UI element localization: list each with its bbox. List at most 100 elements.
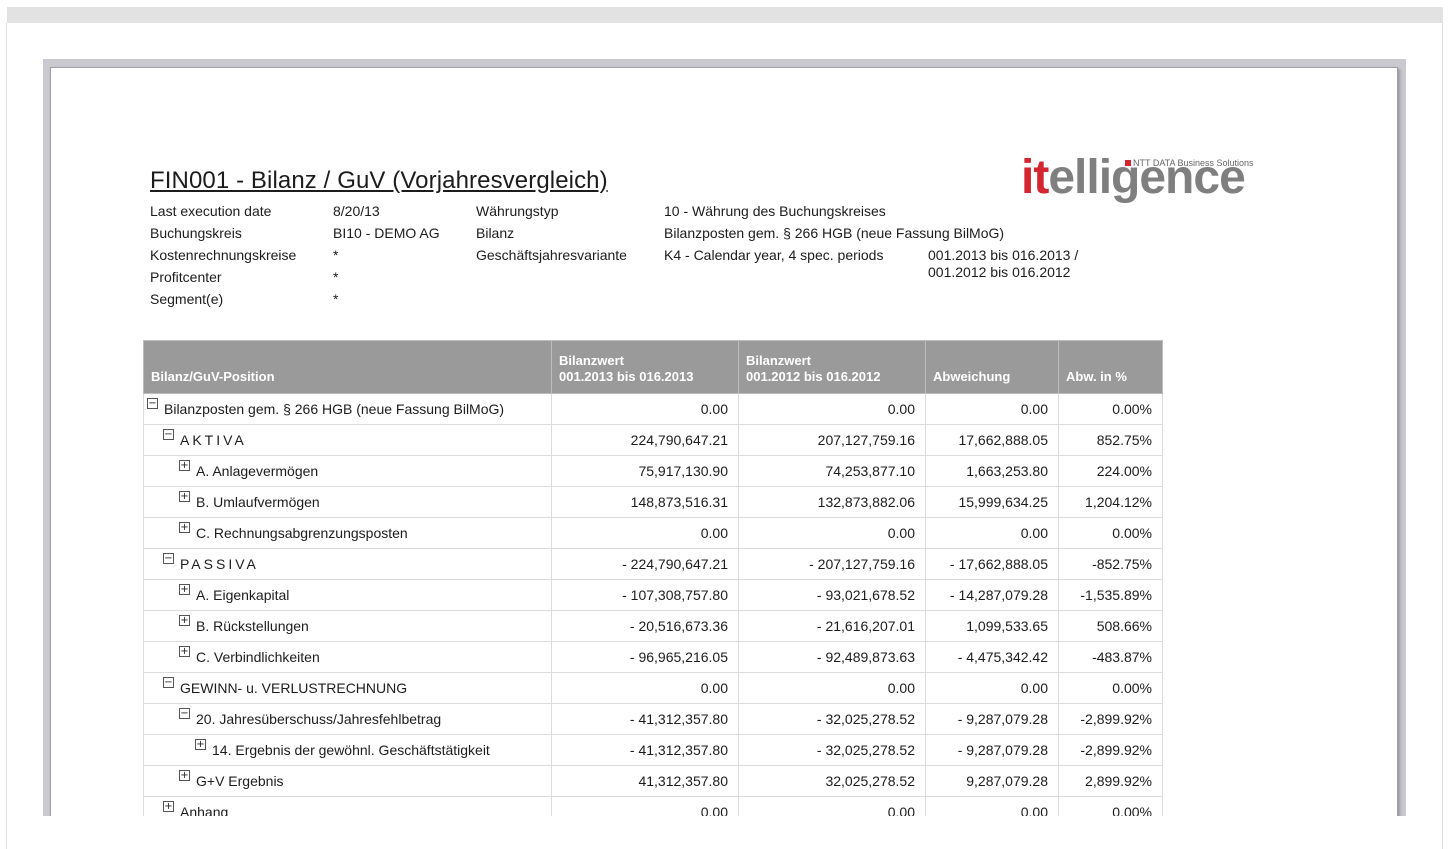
table-row: + C. Verbindlichkeiten - 96,965,216.05 - … xyxy=(143,641,1163,673)
col-header-previous[interactable]: Bilanzwert 001.2012 bis 016.2012 xyxy=(738,340,926,394)
meta-period-line1: 001.2013 bis 016.2013 / xyxy=(928,247,1079,263)
table-row: + A. Anlagevermögen 75,917,130.90 74,253,… xyxy=(143,455,1163,487)
table-row: + A. Eigenkapital - 107,308,757.80 - 93,0… xyxy=(143,579,1163,611)
meta-label-geschaeftsjahresvariante: Geschäftsjahresvariante xyxy=(476,247,627,263)
collapse-icon[interactable]: − xyxy=(163,677,174,688)
cell-deviation-pct: 852.75% xyxy=(1058,424,1163,456)
cell-current: 0.00 xyxy=(551,517,739,549)
frame-left-border xyxy=(6,23,7,849)
cell-current: 148,873,516.31 xyxy=(551,486,739,518)
cell-previous: 132,873,882.06 xyxy=(738,486,926,518)
expand-icon[interactable]: + xyxy=(179,646,190,657)
col-header-deviation[interactable]: Abweichung xyxy=(925,340,1059,394)
meta-value-profitcenter: * xyxy=(333,269,339,285)
row-label: GEWINN- u. VERLUSTRECHNUNG xyxy=(180,680,408,696)
expand-icon[interactable]: + xyxy=(179,615,190,626)
meta-label-waehrungstyp: Währungstyp xyxy=(476,203,559,219)
expand-icon[interactable]: + xyxy=(179,460,190,471)
row-label: A. Anlagevermögen xyxy=(196,463,319,479)
meta-label-buchungskreis: Buchungskreis xyxy=(150,225,242,241)
expand-icon[interactable]: + xyxy=(179,584,190,595)
cell-deviation-pct: 0.00% xyxy=(1058,393,1163,425)
col-header-current[interactable]: Bilanzwert 001.2013 bis 016.2013 xyxy=(551,340,739,394)
row-label: AKTIVA xyxy=(180,432,247,448)
expand-icon[interactable]: + xyxy=(179,491,190,502)
cell-deviation-pct: 0.00% xyxy=(1058,796,1163,816)
report-title: FIN001 - Bilanz / GuV (Vorjahresvergleic… xyxy=(150,167,608,194)
col-header-deviation-pct[interactable]: Abw. in % xyxy=(1058,340,1163,394)
cell-deviation: - 9,287,079.28 xyxy=(925,703,1059,735)
cell-deviation: - 17,662,888.05 xyxy=(925,548,1059,580)
table-row: + C. Rechnungsabgrenzungsposten 0.00 0.00… xyxy=(143,517,1163,549)
meta-labels-2: Währungstyp Bilanz Geschäftsjahresvarian… xyxy=(476,200,627,266)
meta-label-bilanz: Bilanz xyxy=(476,225,515,241)
cell-deviation: - 9,287,079.28 xyxy=(925,734,1059,766)
cell-current: - 96,965,216.05 xyxy=(551,641,739,673)
collapse-icon[interactable]: − xyxy=(179,708,190,719)
cell-current: 41,312,357.80 xyxy=(551,765,739,797)
cell-previous: - 93,021,678.52 xyxy=(738,579,926,611)
row-label: C. Verbindlichkeiten xyxy=(196,649,320,665)
cell-deviation-pct: 508.66% xyxy=(1058,610,1163,642)
cell-previous: - 207,127,759.16 xyxy=(738,548,926,580)
expand-icon[interactable]: + xyxy=(163,801,174,812)
cell-current: 0.00 xyxy=(551,393,739,425)
row-label: Anhang xyxy=(180,804,229,816)
row-label: G+V Ergebnis xyxy=(196,773,284,789)
cell-previous: 207,127,759.16 xyxy=(738,424,926,456)
cell-current: 0.00 xyxy=(551,672,739,704)
report-viewer[interactable]: FIN001 - Bilanz / GuV (Vorjahresvergleic… xyxy=(43,59,1406,816)
logo-square-icon xyxy=(1125,160,1131,166)
meta-label-execution-date: Last execution date xyxy=(150,203,272,219)
meta-value-execution-date: 8/20/13 xyxy=(333,203,380,219)
cell-deviation: - 4,475,342.42 xyxy=(925,641,1059,673)
cell-deviation: 9,287,079.28 xyxy=(925,765,1059,797)
row-label: 20. Jahresüberschuss/Jahresfehlbetrag xyxy=(196,711,442,727)
report-page: FIN001 - Bilanz / GuV (Vorjahresvergleic… xyxy=(50,67,1398,816)
row-label: B. Rückstellungen xyxy=(196,618,309,634)
table-header-row: Bilanz/GuV-Position Bilanzwert 001.2013 b… xyxy=(143,340,1163,394)
cell-deviation: 15,999,634.25 xyxy=(925,486,1059,518)
logo-tagline: NTT DATA Business Solutions xyxy=(1133,158,1254,168)
logo-it: it xyxy=(1021,151,1049,204)
collapse-icon[interactable]: − xyxy=(163,553,174,564)
cell-deviation-pct: 224.00% xyxy=(1058,455,1163,487)
frame-right-border xyxy=(1442,23,1443,849)
expand-icon[interactable]: + xyxy=(179,770,190,781)
cell-current: - 41,312,357.80 xyxy=(551,734,739,766)
row-label: PASSIVA xyxy=(180,556,259,572)
cell-previous: - 32,025,278.52 xyxy=(738,734,926,766)
cell-deviation-pct: 0.00% xyxy=(1058,517,1163,549)
cell-previous: 0.00 xyxy=(738,393,926,425)
collapse-icon[interactable]: − xyxy=(163,429,174,440)
cell-deviation-pct: -1,535.89% xyxy=(1058,579,1163,611)
table-row: − GEWINN- u. VERLUSTRECHNUNG 0.00 0.00 0.… xyxy=(143,672,1163,704)
row-label: A. Eigenkapital xyxy=(196,587,290,603)
table-row: + B. Umlaufvermögen 148,873,516.31 132,87… xyxy=(143,486,1163,518)
cell-current: - 224,790,647.21 xyxy=(551,548,739,580)
company-logo: itelligence NTT DATA Business Solutions xyxy=(1021,151,1311,204)
table-row: − Bilanzposten gem. § 266 HGB (neue Fassu… xyxy=(143,393,1163,425)
meta-value-bilanz: Bilanzposten gem. § 266 HGB (neue Fassun… xyxy=(664,225,1005,241)
cell-previous: - 92,489,873.63 xyxy=(738,641,926,673)
cell-deviation-pct: 2,899.92% xyxy=(1058,765,1163,797)
cell-deviation: 0.00 xyxy=(925,393,1059,425)
col-header-position[interactable]: Bilanz/GuV-Position xyxy=(143,340,552,394)
cell-deviation: 1,663,253.80 xyxy=(925,455,1059,487)
meta-label-profitcenter: Profitcenter xyxy=(150,269,222,285)
table-row: − AKTIVA 224,790,647.21 207,127,759.16 17… xyxy=(143,424,1163,456)
collapse-icon[interactable]: − xyxy=(147,398,158,409)
cell-previous: 32,025,278.52 xyxy=(738,765,926,797)
cell-current: 0.00 xyxy=(551,796,739,816)
meta-label-segment: Segment(e) xyxy=(150,291,224,307)
cell-current: - 41,312,357.80 xyxy=(551,703,739,735)
expand-icon[interactable]: + xyxy=(179,522,190,533)
row-label: Bilanzposten gem. § 266 HGB (neue Fassun… xyxy=(164,401,505,417)
expand-icon[interactable]: + xyxy=(195,739,206,750)
row-label: B. Umlaufvermögen xyxy=(196,494,320,510)
meta-values-1: 8/20/13 BI10 - DEMO AG * * * xyxy=(333,200,440,310)
cell-deviation: 0.00 xyxy=(925,517,1059,549)
table-row: +14. Ergebnis der gewöhnl. Geschäftstäti… xyxy=(143,734,1163,766)
meta-label-kostenrechnungskreise: Kostenrechnungskreise xyxy=(150,247,297,263)
cell-deviation-pct: -483.87% xyxy=(1058,641,1163,673)
